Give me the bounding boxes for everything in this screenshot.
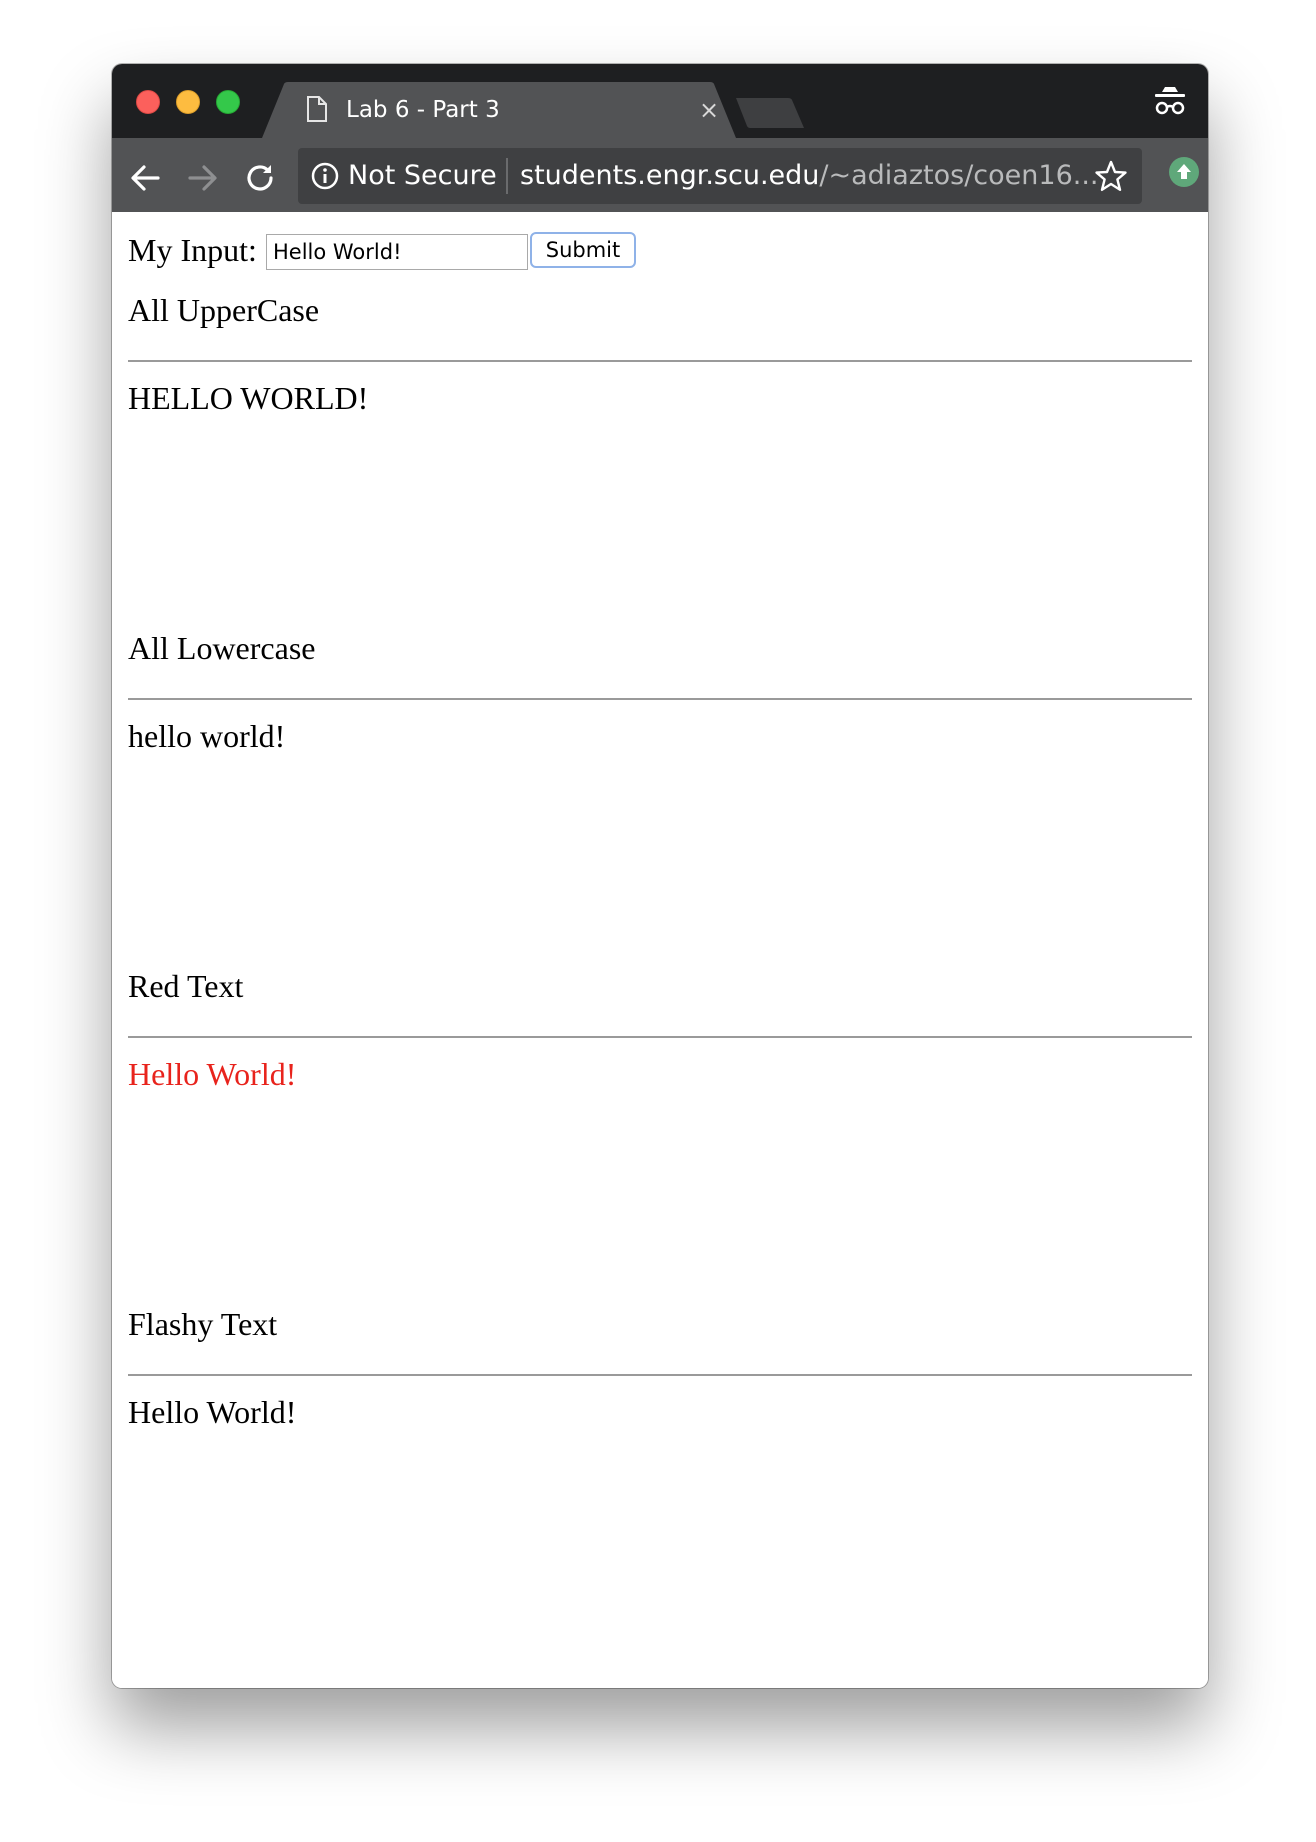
my-input-field[interactable] [266, 234, 528, 270]
section-output: hello world! [128, 718, 286, 754]
info-icon[interactable] [310, 161, 340, 191]
omnibox-separator [506, 158, 508, 194]
section-output: HELLO WORLD! [128, 380, 369, 416]
input-label: My Input: [128, 232, 257, 268]
security-label[interactable]: Not Secure [348, 160, 497, 192]
section-divider [128, 360, 1192, 362]
new-tab-button[interactable] [736, 98, 806, 130]
screenshot-stage: Lab 6 - Part 3 × Not Secure students.eng… [0, 0, 1316, 1842]
minimize-window-button[interactable] [176, 90, 200, 114]
back-arrow-icon[interactable] [124, 156, 168, 200]
section-output: Hello World! [128, 1394, 297, 1430]
maximize-window-button[interactable] [216, 90, 240, 114]
incognito-icon [1155, 87, 1185, 115]
section-heading: Flashy Text [128, 1306, 278, 1342]
update-extension-icon[interactable] [1168, 156, 1200, 188]
page-icon [307, 96, 327, 122]
page-content: My Input: Submit All UpperCase HELLO WOR… [112, 212, 1208, 1688]
submit-button[interactable]: Submit [530, 232, 636, 268]
section-heading: Red Text [128, 968, 244, 1004]
tab-title: Lab 6 - Part 3 [346, 97, 500, 123]
forward-arrow-icon[interactable] [180, 156, 224, 200]
reload-icon[interactable] [238, 156, 282, 200]
url-path: /~adiaztos/coen16... [819, 160, 1099, 191]
url-host: students.engr.scu.edu [520, 160, 820, 191]
section-divider [128, 1374, 1192, 1376]
address-bar[interactable]: Not Secure students.engr.scu.edu/~adiazt… [298, 148, 1142, 204]
section-divider [128, 1036, 1192, 1038]
section-output: Hello World! [128, 1056, 297, 1092]
star-icon[interactable] [1094, 159, 1128, 193]
close-window-button[interactable] [136, 90, 160, 114]
section-heading: All Lowercase [128, 630, 316, 666]
section-heading: All UpperCase [128, 292, 320, 328]
section-divider [128, 698, 1192, 700]
tab-lab6[interactable]: Lab 6 - Part 3 × [262, 82, 736, 138]
url-text[interactable]: students.engr.scu.edu/~adiaztos/coen16..… [520, 160, 1099, 192]
tab-strip: Lab 6 - Part 3 × [112, 64, 1208, 138]
close-tab-icon[interactable]: × [695, 96, 723, 124]
browser-window: Lab 6 - Part 3 × Not Secure students.eng… [112, 64, 1208, 1688]
